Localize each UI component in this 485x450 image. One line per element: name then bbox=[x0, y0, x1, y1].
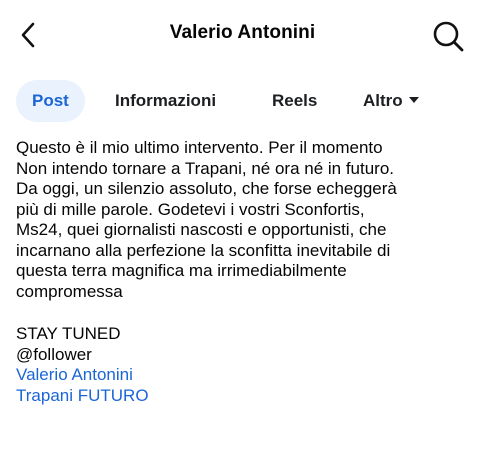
post-line: Da oggi, un silenzio assoluto, che forse… bbox=[16, 179, 397, 198]
post-line: questa terra magnifica ma irrimediabilme… bbox=[16, 261, 347, 280]
tab-reels-label: Reels bbox=[272, 91, 318, 110]
tab-altro-label: Altro bbox=[363, 91, 403, 110]
post-line: più di mille parole. Godetevi i vostri S… bbox=[16, 199, 365, 219]
tab-informazioni-label: Informazioni bbox=[115, 91, 217, 110]
page-title: Valerio Antonini bbox=[169, 22, 316, 43]
top-bar: Valerio Antonini bbox=[0, 0, 485, 70]
search-icon[interactable] bbox=[431, 19, 465, 53]
post-line: Ms24, quei giornalisti nascosti e opport… bbox=[16, 220, 387, 239]
tab-altro[interactable]: Altro bbox=[363, 80, 419, 122]
tab-post[interactable]: Post bbox=[16, 80, 85, 122]
post-text: Questo è il mio ultimo intervento. Per i… bbox=[16, 138, 476, 406]
tab-informazioni[interactable]: Informazioni bbox=[115, 80, 216, 122]
caret-down-icon bbox=[408, 97, 419, 104]
profile-tabs: Post Informazioni Reels Altro bbox=[14, 80, 474, 124]
post-line: compromessa bbox=[16, 281, 123, 301]
tab-post-label: Post bbox=[32, 91, 69, 110]
post-signoff: STAY TUNED bbox=[16, 324, 121, 343]
post-mention: @follower bbox=[16, 344, 92, 364]
post-line: Questo è il mio ultimo intervento. Per i… bbox=[16, 138, 383, 157]
tab-reels[interactable]: Reels bbox=[272, 80, 317, 122]
tagged-link-trapani-futuro[interactable]: Trapani FUTURO bbox=[16, 386, 476, 407]
post-line: incarnano alla perfezione la sconfitta i… bbox=[16, 240, 391, 260]
tagged-link-valerio-antonini[interactable]: Valerio Antonini bbox=[16, 365, 476, 386]
post-line: Non intendo tornare a Trapani, né ora né… bbox=[16, 158, 395, 178]
